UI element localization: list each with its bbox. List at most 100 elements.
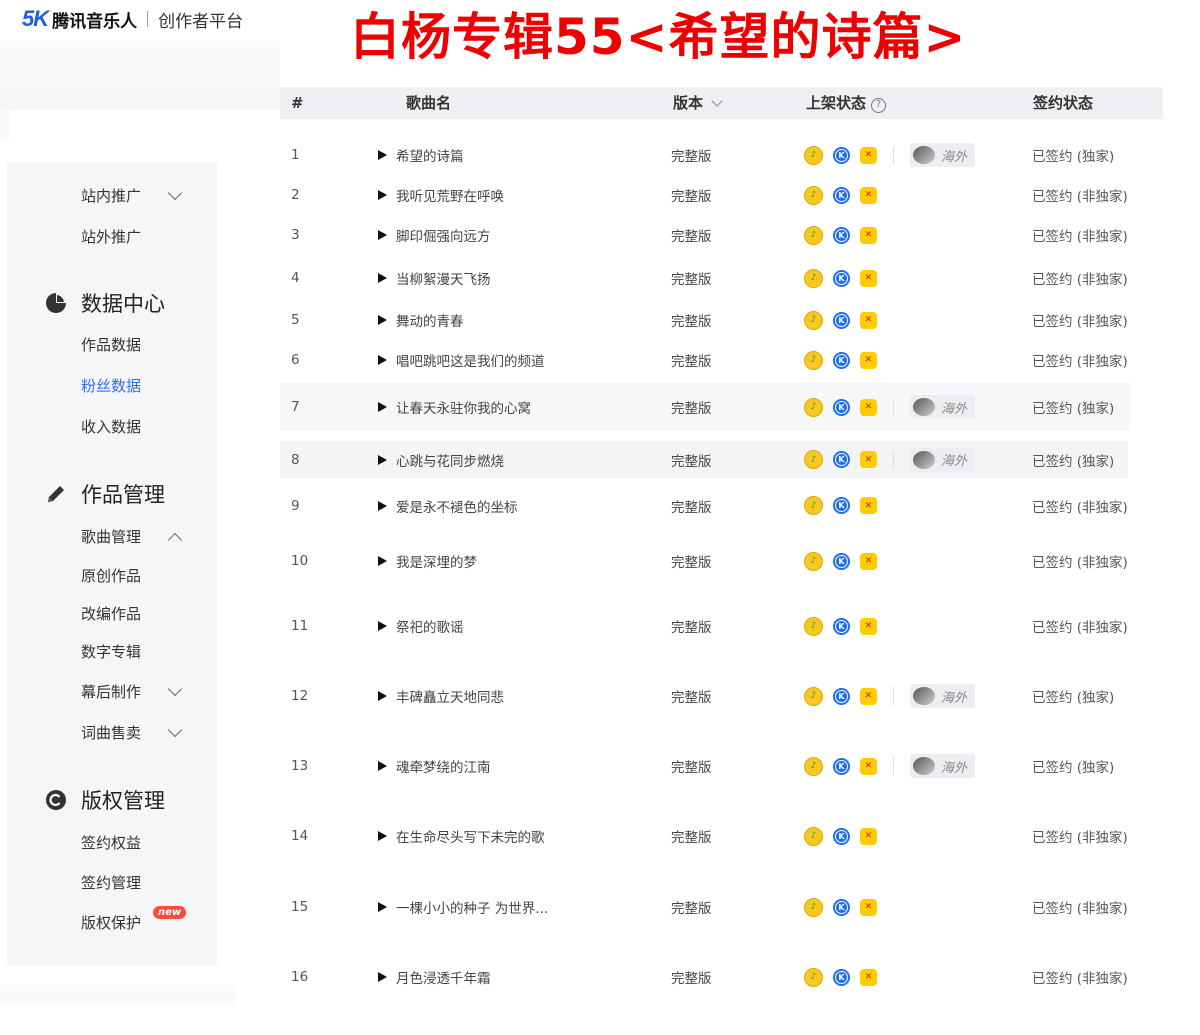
sidebar-item[interactable]: 词曲售卖 xyxy=(81,722,141,743)
song-name[interactable]: 在生命尽头写下未完的歌 xyxy=(396,826,545,846)
table-row[interactable]: 5 舞动的青春 完整版 ♪ K ✕ 已签约 (非独家) xyxy=(280,299,1200,341)
qq-music-icon: ♪ xyxy=(804,268,823,288)
song-name[interactable]: 脚印倔强向远方 xyxy=(396,225,491,245)
platform-logo[interactable]: 5K 腾讯音乐人 创作者平台 xyxy=(22,4,243,34)
play-icon[interactable] xyxy=(378,190,387,200)
table-row[interactable]: 15 一棵小小的种子 为世界... 完整版 ♪ K ✕ 已签约 (非独家) xyxy=(280,875,1200,939)
song-name[interactable]: 心跳与花同步燃烧 xyxy=(396,450,504,470)
song-name[interactable]: 一棵小小的种子 为世界... xyxy=(396,897,548,917)
play-icon[interactable] xyxy=(378,230,387,240)
song-cell[interactable]: 在生命尽头写下未完的歌 xyxy=(378,805,545,867)
song-name[interactable]: 舞动的青春 xyxy=(396,310,464,330)
play-icon[interactable] xyxy=(378,972,387,982)
play-icon[interactable] xyxy=(378,831,387,841)
song-cell[interactable]: 我是深埋的梦 xyxy=(378,530,477,592)
song-cell[interactable]: 脚印倔强向远方 xyxy=(378,215,491,255)
play-icon[interactable] xyxy=(378,621,387,631)
play-icon[interactable] xyxy=(378,402,387,412)
help-icon[interactable]: ? xyxy=(871,97,887,113)
table-row[interactable]: 3 脚印倔强向远方 完整版 ♪ K ✕ 已签约 (非独家) xyxy=(280,215,1200,255)
song-cell[interactable]: 丰碑矗立天地同悲 xyxy=(378,665,504,727)
sidebar-item[interactable]: 版权保护 xyxy=(81,912,141,933)
sidebar-item-label: 签约管理 xyxy=(81,874,142,892)
sidebar-item[interactable]: 改编作品 xyxy=(81,603,141,624)
song-name[interactable]: 月色浸透千年霜 xyxy=(396,967,491,987)
play-icon[interactable] xyxy=(378,691,387,701)
table-row[interactable]: 4 当柳絮漫天飞扬 完整版 ♪ K ✕ 已签约 (非独家) xyxy=(280,257,1200,299)
song-name[interactable]: 当柳絮漫天飞扬 xyxy=(396,268,491,288)
row-index: 3 xyxy=(291,227,300,243)
sidebar-item[interactable]: 站外推广 xyxy=(81,226,141,247)
table-header: # 歌曲名 版本 上架状态? 签约状态 xyxy=(280,87,1163,119)
sidebar-section[interactable]: 版权管理 xyxy=(45,785,165,815)
table-row[interactable]: 2 我听见荒野在呼唤 完整版 ♪ K ✕ 已签约 (非独家) xyxy=(280,175,1200,215)
song-cell[interactable]: 我听见荒野在呼唤 xyxy=(378,175,504,215)
table-row[interactable]: 11 祭祀的歌谣 完整版 ♪ K ✕ 已签约 (非独家) xyxy=(280,600,1200,652)
play-icon[interactable] xyxy=(378,454,387,465)
song-name[interactable]: 我听见荒野在呼唤 xyxy=(396,185,504,205)
status-divider xyxy=(893,687,894,705)
play-icon[interactable] xyxy=(378,761,387,771)
sidebar-item-label: 签约权益 xyxy=(81,834,142,852)
song-name[interactable]: 爱是永不褪色的坐标 xyxy=(396,496,518,516)
sign-status: 已签约 (非独家) xyxy=(1032,189,1128,205)
song-name[interactable]: 我是深埋的梦 xyxy=(396,551,477,571)
sidebar-item[interactable]: 站内推广 xyxy=(81,185,141,206)
sidebar-item[interactable]: 签约管理 xyxy=(81,872,141,893)
table-row[interactable]: 13 魂牵梦绕的江南 完整版 ♪ K ✕ 海外 已签约 (独家) xyxy=(280,735,1200,797)
table-row[interactable]: 10 我是深埋的梦 完整版 ♪ K ✕ 已签约 (非独家) xyxy=(280,530,1200,592)
song-cell[interactable]: 让春天永驻你我的心窝 xyxy=(378,383,531,431)
sidebar-item[interactable]: 收入数据 xyxy=(81,416,141,437)
sidebar-item[interactable]: 原创作品 xyxy=(81,565,141,586)
kugou-icon: K xyxy=(833,269,850,287)
sidebar-item[interactable]: 歌曲管理 xyxy=(81,526,141,547)
table-row[interactable]: 14 在生命尽头写下未完的歌 完整版 ♪ K ✕ 已签约 (非独家) xyxy=(280,805,1200,867)
sidebar-item[interactable]: 幕后制作 xyxy=(81,681,141,702)
play-icon[interactable] xyxy=(378,315,387,325)
song-cell[interactable]: 月色浸透千年霜 xyxy=(378,947,491,1007)
song-cell[interactable]: 心跳与花同步燃烧 xyxy=(378,441,504,478)
sidebar-item[interactable]: 签约权益 xyxy=(81,832,141,853)
chevron-down-icon[interactable] xyxy=(711,95,723,107)
song-name[interactable]: 希望的诗篇 xyxy=(396,145,464,165)
platform-status: ♪ K ✕ xyxy=(804,805,887,867)
song-name[interactable]: 魂牵梦绕的江南 xyxy=(396,756,491,776)
table-row[interactable]: 16 月色浸透千年霜 完整版 ♪ K ✕ 已签约 (非独家) xyxy=(280,947,1200,1007)
play-icon[interactable] xyxy=(378,273,387,283)
table-row[interactable]: 1 希望的诗篇 完整版 ♪ K ✕ 海外 已签约 (独家) xyxy=(280,135,1200,175)
play-icon[interactable] xyxy=(378,902,387,912)
table-row[interactable]: 6 唱吧跳吧这是我们的频道 完整版 ♪ K ✕ 已签约 (非独家) xyxy=(280,340,1200,380)
song-name[interactable]: 丰碑矗立天地同悲 xyxy=(396,686,504,706)
col-version[interactable]: 版本 xyxy=(673,87,723,119)
song-cell[interactable]: 一棵小小的种子 为世界... xyxy=(378,875,548,939)
table-row[interactable]: 12 丰碑矗立天地同悲 完整版 ♪ K ✕ 海外 已签约 (独家) xyxy=(280,665,1200,727)
song-cell[interactable]: 希望的诗篇 xyxy=(378,135,464,175)
song-cell[interactable]: 爱是永不褪色的坐标 xyxy=(378,482,518,529)
song-name[interactable]: 祭祀的歌谣 xyxy=(396,616,464,636)
sidebar-item[interactable]: 粉丝数据 xyxy=(81,375,141,396)
song-cell[interactable]: 舞动的青春 xyxy=(378,299,464,341)
kuwo-icon: ✕ xyxy=(860,226,877,244)
play-icon[interactable] xyxy=(378,355,387,365)
table-row[interactable]: 9 爱是永不褪色的坐标 完整版 ♪ K ✕ 已签约 (非独家) xyxy=(280,482,1200,529)
sidebar-item[interactable]: 作品数据 xyxy=(81,334,141,355)
play-icon[interactable] xyxy=(378,150,387,160)
sidebar-item-label: 作品数据 xyxy=(81,336,142,354)
play-icon[interactable] xyxy=(378,500,387,511)
song-cell[interactable]: 唱吧跳吧这是我们的频道 xyxy=(378,340,545,380)
song-cell[interactable]: 当柳絮漫天飞扬 xyxy=(378,257,491,299)
sidebar-section-label: 数据中心 xyxy=(81,292,165,316)
song-cell[interactable]: 魂牵梦绕的江南 xyxy=(378,735,491,797)
sidebar-item[interactable]: 数字专辑 xyxy=(81,641,141,662)
song-name[interactable]: 让春天永驻你我的心窝 xyxy=(396,397,531,417)
version-cell: 完整版 xyxy=(671,314,712,330)
song-name[interactable]: 唱吧跳吧这是我们的频道 xyxy=(396,350,545,370)
sidebar-item-label: 幕后制作 xyxy=(81,683,142,701)
song-cell[interactable]: 祭祀的歌谣 xyxy=(378,600,464,652)
table-row[interactable]: 8 心跳与花同步燃烧 完整版 ♪ K ✕ 海外 已签约 (独家) xyxy=(280,441,1128,478)
sidebar-section[interactable]: 作品管理 xyxy=(45,479,165,509)
table-row[interactable]: 7 让春天永驻你我的心窝 完整版 ♪ K ✕ 海外 已签约 (独家) xyxy=(280,383,1130,431)
play-icon[interactable] xyxy=(378,556,387,566)
platform-status: ♪ K ✕ 海外 xyxy=(804,441,976,478)
sidebar-section[interactable]: 数据中心 xyxy=(45,288,165,318)
